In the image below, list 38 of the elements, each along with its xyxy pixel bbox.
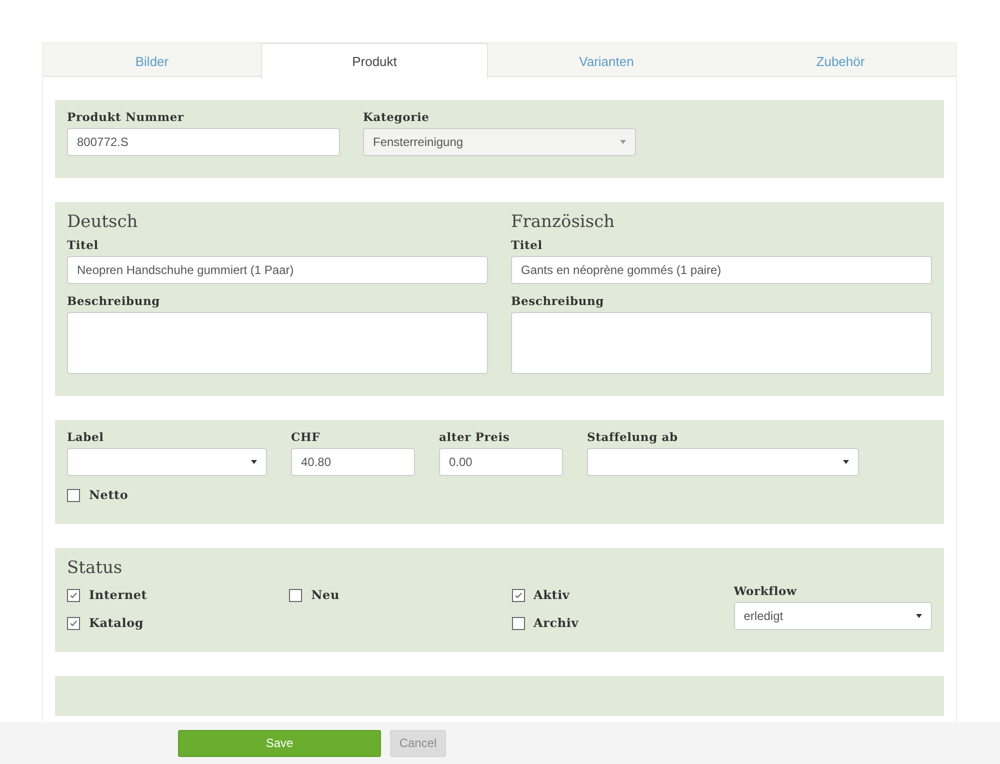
field-label: Produkt Nummer bbox=[67, 110, 185, 124]
checkbox-label: Neu bbox=[311, 588, 340, 602]
category-dropdown[interactable]: Fensterreinigung bbox=[363, 128, 636, 156]
input-field[interactable]: 40.80 bbox=[291, 448, 415, 476]
tab[interactable]: Produkt bbox=[261, 43, 488, 79]
section-heading: Französisch bbox=[511, 212, 616, 232]
section-heading: Deutsch bbox=[67, 212, 139, 232]
field-label: Titel bbox=[511, 238, 544, 252]
checkbox-label: Internet bbox=[89, 588, 148, 602]
caret-icon bbox=[843, 460, 849, 464]
input-field[interactable]: 800772.S bbox=[67, 128, 340, 156]
checkbox[interactable] bbox=[289, 588, 302, 602]
workflow-dropdown[interactable]: erledigt bbox=[734, 602, 932, 630]
field-label: Staffelung ab bbox=[587, 430, 679, 444]
input-field[interactable]: 0.00 bbox=[439, 448, 563, 476]
input-field[interactable]: Gants en néoprène gommés (1 paire) bbox=[511, 256, 932, 284]
checkbox-label: Netto bbox=[89, 488, 128, 502]
field-label: Titel bbox=[67, 238, 100, 252]
field-label: Beschreibung bbox=[67, 294, 162, 308]
caret-icon bbox=[251, 460, 257, 464]
field-label: Kategorie bbox=[363, 110, 430, 124]
caret-icon bbox=[620, 140, 626, 144]
caret-icon bbox=[916, 614, 922, 618]
checkbox[interactable] bbox=[67, 616, 80, 630]
checkbox-label: Archiv bbox=[534, 616, 578, 630]
checkbox[interactable] bbox=[67, 588, 80, 602]
field-label: CHF bbox=[291, 430, 322, 444]
checkbox[interactable] bbox=[67, 488, 80, 502]
checkbox-label: Aktiv bbox=[534, 588, 570, 602]
field-label: Label bbox=[67, 430, 105, 444]
section-heading: Status bbox=[67, 558, 124, 578]
checkbox[interactable] bbox=[512, 588, 524, 602]
input-field[interactable]: Neopren Handschuhe gummiert (1 Paar) bbox=[67, 256, 488, 284]
field-label: Beschreibung bbox=[511, 294, 606, 308]
checkbox-label: Katalog bbox=[89, 616, 144, 630]
field-label: Workflow bbox=[734, 584, 798, 598]
field-label: alter Preis bbox=[439, 430, 511, 444]
checkbox[interactable] bbox=[512, 616, 524, 630]
